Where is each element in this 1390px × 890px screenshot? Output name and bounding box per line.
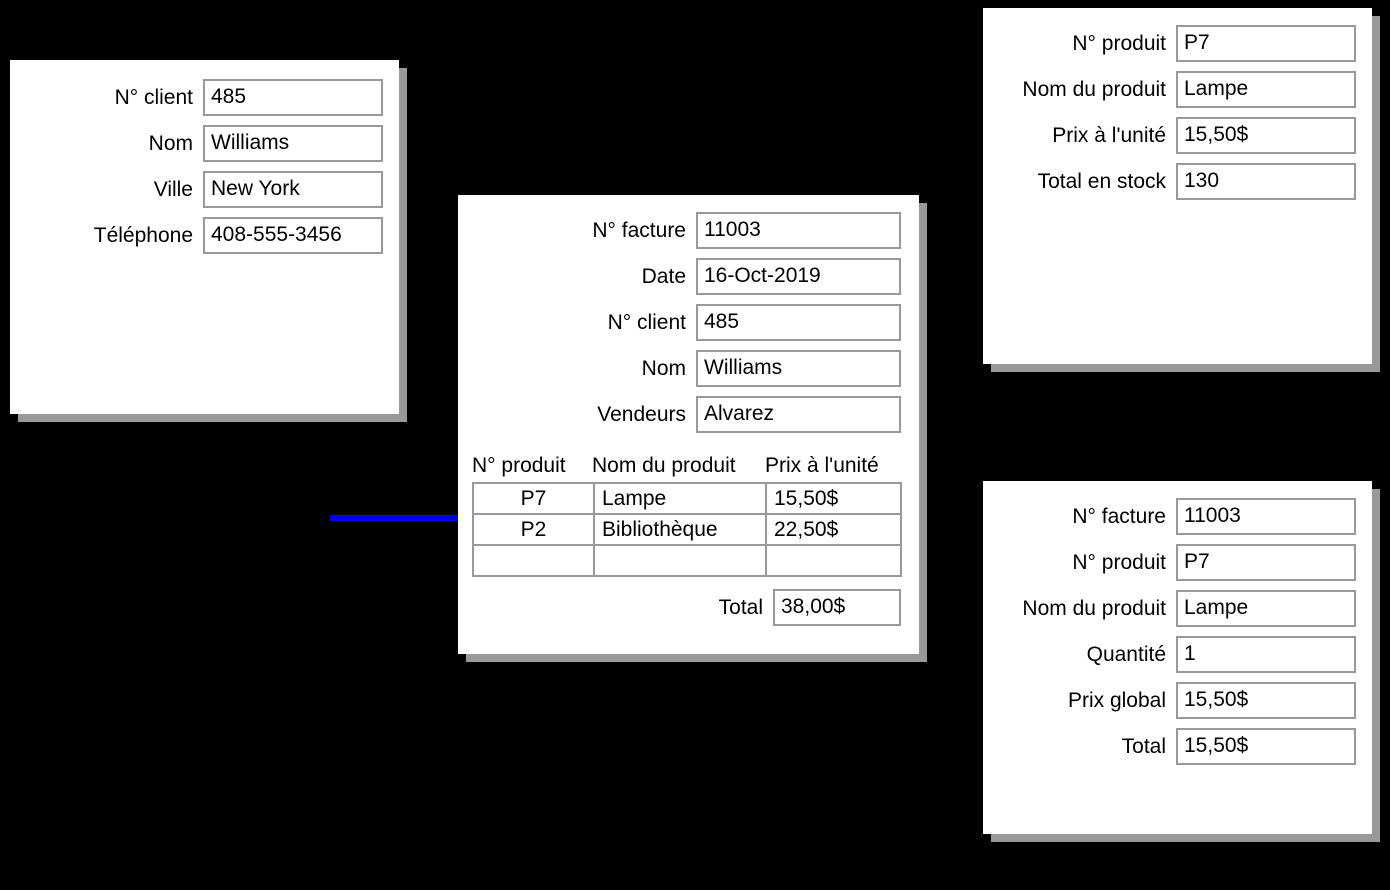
cell-product-name[interactable]: Lampe [593, 482, 767, 515]
line-item-field-label: N° produit [1072, 550, 1166, 574]
product-card-fields: N° produit P7 Nom du produit Lampe Prix … [983, 25, 1356, 209]
invoice-field-label: Date [641, 264, 686, 288]
invoice-field-value[interactable]: 485 [696, 304, 901, 341]
line-item-field-label: Total [1121, 734, 1166, 758]
invoice-field-label: N° facture [592, 218, 686, 242]
invoice-field-label: Nom [641, 356, 686, 380]
line-item-card-fields: N° facture 11003 N° produit P7 Nom du pr… [983, 498, 1356, 774]
invoice-total-row[interactable]: Total 38,00$ [458, 589, 901, 626]
product-field-label: Nom du produit [1022, 77, 1166, 101]
cell-unit-price[interactable]: 22,50$ [765, 513, 902, 546]
product-field-value[interactable]: Lampe [1176, 71, 1356, 108]
cell-product-id[interactable] [472, 544, 595, 577]
line-item-field-value[interactable]: 11003 [1176, 498, 1356, 535]
invoice-items-table[interactable]: P7 Lampe 15,50$ P2 Bibliothèque 22,50$ [472, 482, 902, 577]
invoice-field-label: N° client [607, 310, 686, 334]
client-field-label: Nom [148, 131, 193, 155]
line-item-field-row[interactable]: Nom du produit Lampe [1022, 590, 1356, 627]
product-field-row[interactable]: Total en stock 130 [1038, 163, 1356, 200]
client-field-value[interactable]: Williams [203, 125, 383, 162]
client-field-row[interactable]: Ville New York [154, 171, 383, 208]
line-item-field-label: Quantité [1086, 642, 1166, 666]
client-field-value[interactable]: 408-555-3456 [203, 217, 383, 254]
invoice-field-value[interactable]: Alvarez [696, 396, 901, 433]
product-field-label: N° produit [1072, 31, 1166, 55]
client-field-row[interactable]: Téléphone 408-555-3456 [94, 217, 383, 254]
product-field-row[interactable]: Prix à l'unité 15,50$ [1052, 117, 1356, 154]
product-field-row[interactable]: Nom du produit Lampe [1022, 71, 1356, 108]
column-header-product-id: N° produit [472, 454, 566, 477]
line-item-field-value[interactable]: 15,50$ [1176, 682, 1356, 719]
client-field-value[interactable]: 485 [203, 79, 383, 116]
invoice-field-value[interactable]: 11003 [696, 212, 901, 249]
table-row[interactable]: P2 Bibliothèque 22,50$ [472, 513, 902, 546]
invoice-items-table-wrap: N° produit Nom du produit Prix à l'unité… [472, 453, 902, 577]
client-card[interactable]: N° client 485 Nom Williams Ville New Yor… [10, 60, 399, 414]
line-item-field-label: N° facture [1072, 504, 1166, 528]
client-field-label: Téléphone [93, 223, 193, 247]
column-header-unit-price: Prix à l'unité [765, 454, 879, 477]
product-field-row[interactable]: N° produit P7 [1072, 25, 1356, 62]
product-card[interactable]: N° produit P7 Nom du produit Lampe Prix … [983, 8, 1372, 364]
line-item-field-row[interactable]: Prix global 15,50$ [1068, 682, 1356, 719]
product-field-value[interactable]: 130 [1176, 163, 1356, 200]
invoice-line-item-card[interactable]: N° facture 11003 N° produit P7 Nom du pr… [983, 481, 1372, 834]
line-item-field-label: Nom du produit [1022, 596, 1166, 620]
diagram-canvas: N° client 485 Nom Williams Ville New Yor… [0, 0, 1390, 890]
invoice-field-value[interactable]: 16-Oct-2019 [696, 258, 901, 295]
client-field-row[interactable]: N° client 485 [115, 79, 383, 116]
cell-product-id[interactable]: P7 [472, 482, 595, 515]
client-card-fields: N° client 485 Nom Williams Ville New Yor… [10, 79, 383, 263]
cell-unit-price[interactable]: 15,50$ [765, 482, 902, 515]
client-field-value[interactable]: New York [203, 171, 383, 208]
line-item-field-row[interactable]: Total 15,50$ [1122, 728, 1356, 765]
line-item-field-value[interactable]: P7 [1176, 544, 1356, 581]
table-row[interactable] [472, 544, 902, 577]
invoice-field-row[interactable]: Nom Williams [642, 350, 901, 387]
invoice-total-label: Total [718, 595, 763, 619]
line-item-field-row[interactable]: N° facture 11003 [1072, 498, 1356, 535]
line-item-field-value[interactable]: Lampe [1176, 590, 1356, 627]
column-header-product-name: Nom du produit [592, 454, 736, 477]
client-field-label: N° client [114, 85, 193, 109]
table-row[interactable]: P7 Lampe 15,50$ [472, 482, 902, 515]
invoice-field-row[interactable]: Date 16-Oct-2019 [642, 258, 901, 295]
invoice-field-label: Vendeurs [597, 402, 686, 426]
invoice-total-value[interactable]: 38,00$ [773, 589, 901, 626]
cell-product-name[interactable] [593, 544, 767, 577]
line-item-field-row[interactable]: N° produit P7 [1072, 544, 1356, 581]
invoice-field-row[interactable]: N° facture 11003 [592, 212, 901, 249]
line-item-field-label: Prix global [1067, 688, 1166, 712]
product-field-value[interactable]: 15,50$ [1176, 117, 1356, 154]
product-field-label: Total en stock [1037, 169, 1166, 193]
line-item-field-value[interactable]: 1 [1176, 636, 1356, 673]
invoice-card[interactable]: N° facture 11003 Date 16-Oct-2019 N° cli… [458, 195, 919, 654]
client-field-row[interactable]: Nom Williams [149, 125, 383, 162]
cell-unit-price[interactable] [765, 544, 902, 577]
invoice-items-table-header: N° produit Nom du produit Prix à l'unité [472, 453, 900, 478]
invoice-field-row[interactable]: Vendeurs Alvarez [597, 396, 901, 433]
product-field-label: Prix à l'unité [1052, 123, 1166, 147]
invoice-card-fields: N° facture 11003 Date 16-Oct-2019 N° cli… [458, 212, 901, 442]
cell-product-id[interactable]: P2 [472, 513, 595, 546]
invoice-field-value[interactable]: Williams [696, 350, 901, 387]
client-field-label: Ville [153, 177, 193, 201]
line-item-field-row[interactable]: Quantité 1 [1087, 636, 1356, 673]
invoice-field-row[interactable]: N° client 485 [608, 304, 901, 341]
product-field-value[interactable]: P7 [1176, 25, 1356, 62]
line-item-field-value[interactable]: 15,50$ [1176, 728, 1356, 765]
cell-product-name[interactable]: Bibliothèque [593, 513, 767, 546]
